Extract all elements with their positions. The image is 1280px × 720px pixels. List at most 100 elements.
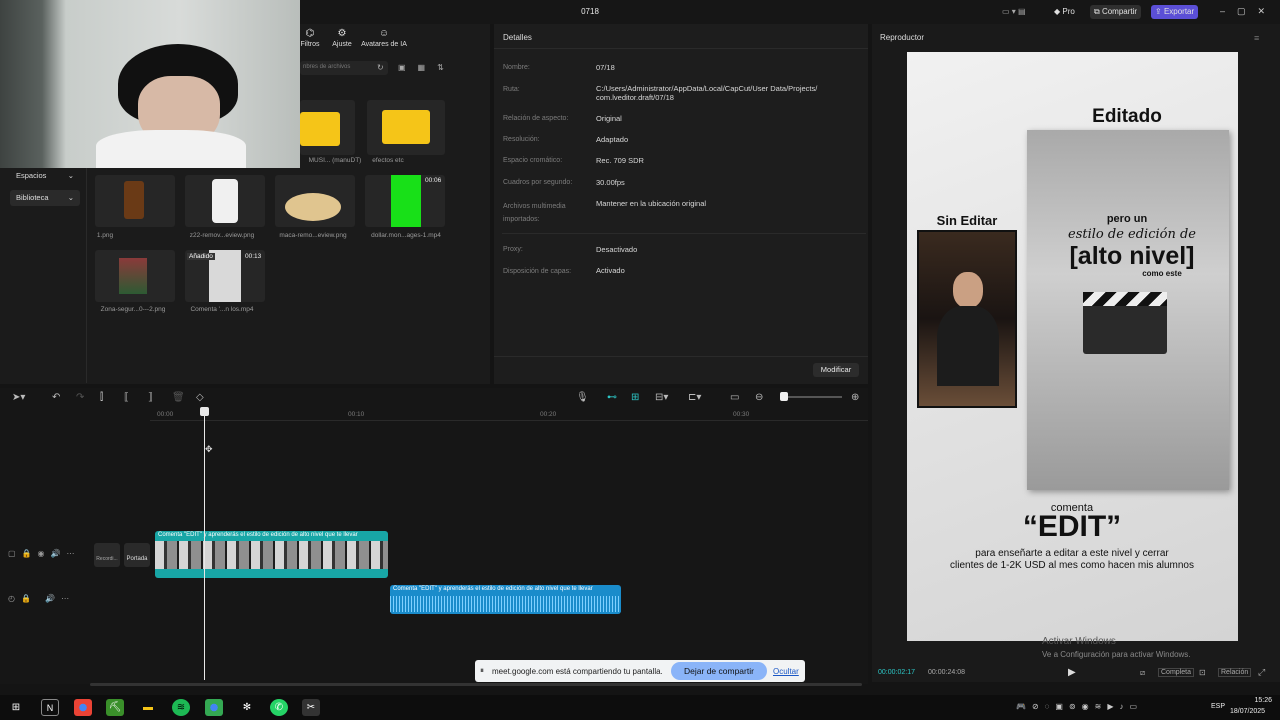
- playhead-handle[interactable]: [200, 407, 209, 416]
- green-thumbnail: [391, 175, 421, 227]
- spotify-icon[interactable]: ≋: [172, 699, 190, 716]
- language-indicator[interactable]: ESP: [1211, 703, 1225, 710]
- modify-button[interactable]: Modificar: [813, 363, 859, 377]
- marker-icon[interactable]: ◇: [196, 392, 204, 403]
- detail-value: Desactivado: [596, 245, 638, 254]
- view-options-icons[interactable]: ▣▦⇅: [398, 63, 456, 72]
- share-label: Compartir: [1101, 7, 1138, 16]
- link-icon[interactable]: ⊞: [631, 392, 639, 403]
- layout-icon[interactable]: ▭ ▾ ▤: [998, 5, 1030, 19]
- windows-start-icon[interactable]: ⊞: [7, 699, 25, 716]
- video-clip[interactable]: Comenta "EDIT" y aprenderás el estilo de…: [155, 531, 388, 578]
- undo-icon[interactable]: ↶: [52, 392, 60, 403]
- tray-icons[interactable]: 🎮⊘◌▣⊚◉≋▶♪▭: [1016, 702, 1143, 711]
- pro-label: Pro: [1062, 7, 1075, 16]
- ruler-tick: 00:30: [733, 411, 750, 418]
- filters-icon: ⌬: [305, 28, 315, 39]
- added-badge: Añadido: [187, 253, 215, 260]
- clock-time[interactable]: 15:26: [1242, 697, 1272, 704]
- export-button[interactable]: ⇪ Exportar: [1151, 5, 1199, 19]
- refresh-icon[interactable]: ↻: [377, 63, 384, 72]
- record-thumb[interactable]: Recordi...: [94, 543, 120, 567]
- adjust-tab[interactable]: ⚙ Ajuste: [328, 28, 356, 48]
- pro-badge[interactable]: ◆ Pro: [1050, 5, 1079, 19]
- divider: [494, 356, 868, 357]
- search-input[interactable]: nbres de archivos: [300, 61, 388, 75]
- bottle-thumbnail: [124, 181, 144, 219]
- snap-icon[interactable]: ⊏▾: [688, 392, 701, 403]
- sliders-icon: ⚙: [337, 28, 347, 39]
- preview-axis-icon[interactable]: ⊟▾: [655, 392, 668, 403]
- detail-value: Original: [596, 114, 622, 123]
- screen-icon[interactable]: ▭: [730, 392, 739, 403]
- complete-button[interactable]: Completa: [1158, 668, 1194, 677]
- magnet-icon[interactable]: ⊷: [607, 392, 617, 403]
- detail-value: 07/18: [596, 63, 615, 72]
- detail-label: Resolución:: [503, 136, 540, 143]
- detail-value: Mantener en la ubicación original: [596, 199, 707, 208]
- audio-track-controls[interactable]: ◴🔒 🔊⋯: [8, 594, 75, 603]
- timeline-scrollbar[interactable]: [90, 683, 862, 686]
- detail-value: Activado: [596, 266, 625, 275]
- detail-label: Relación de aspecto:: [503, 115, 569, 122]
- capcut-icon[interactable]: ✂: [302, 699, 320, 716]
- share-message: meet.google.com está compartiendo tu pan…: [492, 667, 663, 676]
- folder-label: efectos etc: [372, 157, 404, 164]
- stop-sharing-button[interactable]: Dejar de compartir: [671, 662, 767, 680]
- delete-icon[interactable]: 🗑: [172, 392, 185, 403]
- notion-icon[interactable]: N: [41, 699, 59, 716]
- fit-icon[interactable]: ⊡: [1199, 668, 1206, 677]
- split-icon[interactable]: ⫿: [100, 392, 103, 403]
- file-explorer-icon[interactable]: ▬: [139, 699, 157, 716]
- hide-link[interactable]: Ocultar: [773, 667, 799, 676]
- redo-icon[interactable]: ↷: [76, 392, 84, 403]
- zoom-slider-handle[interactable]: [780, 392, 788, 401]
- window-controls[interactable]: –▢✕: [1220, 6, 1277, 17]
- trim-right-icon[interactable]: ⟧: [148, 392, 153, 403]
- duration-badge: 00:06: [425, 177, 442, 184]
- clock-date[interactable]: 18/07/2025: [1230, 708, 1265, 715]
- select-tool-icon[interactable]: ➤▾: [12, 392, 25, 403]
- preview-pero-un: pero un: [1106, 213, 1148, 225]
- pause-icon: ⏸: [480, 666, 484, 675]
- fullscreen-icon[interactable]: ⤢: [1258, 667, 1265, 678]
- crop-icon[interactable]: ⧄: [1140, 668, 1145, 678]
- filters-label: Filtros: [300, 41, 320, 48]
- openai-icon[interactable]: ✻: [238, 699, 256, 716]
- chrome-icon[interactable]: [74, 699, 92, 716]
- ratio-button[interactable]: Relación: [1218, 668, 1252, 677]
- share-button[interactable]: ⧉ Compartir: [1090, 5, 1142, 19]
- cover-button[interactable]: Portada: [124, 543, 150, 567]
- whatsapp-icon[interactable]: ✆: [270, 699, 288, 716]
- microphone-icon[interactable]: 🎙: [576, 392, 589, 403]
- preview-edit: “EDIT”: [1022, 510, 1122, 543]
- media-card[interactable]: [95, 175, 175, 227]
- menu-icon[interactable]: ≡: [1254, 33, 1259, 43]
- overlay-thumbnail: [119, 258, 147, 294]
- filters-tab[interactable]: ⌬ Filtros: [300, 28, 320, 48]
- media-card[interactable]: [95, 250, 175, 302]
- activate-windows-title: Activar Windows: [1042, 636, 1116, 647]
- sidebar-item-spaces[interactable]: Espacios ⌄: [10, 168, 80, 184]
- activate-windows-subtitle: Ve a Configuración para activar Windows.: [1042, 650, 1191, 659]
- media-label: maca-remo...eview.png: [279, 232, 347, 239]
- timeline-panel: [0, 388, 868, 684]
- play-button[interactable]: ▶: [1068, 667, 1076, 678]
- zoom-in-icon[interactable]: ⊕: [851, 392, 859, 403]
- media-card[interactable]: [275, 175, 355, 227]
- trim-left-icon[interactable]: ⟦: [124, 392, 129, 403]
- sidebar-item-library[interactable]: Biblioteca ⌄: [10, 190, 80, 206]
- detail-value: 30.00fps: [596, 178, 625, 187]
- minecraft-icon[interactable]: ⛏: [106, 699, 124, 716]
- video-track-controls[interactable]: ▢🔒◉🔊⋯: [8, 549, 80, 558]
- audio-clip[interactable]: Comenta "EDIT" y aprenderás el estilo de…: [390, 585, 621, 614]
- divider: [494, 48, 868, 49]
- ai-avatars-label: Avatares de IA: [361, 41, 407, 48]
- adjust-label: Ajuste: [332, 41, 352, 48]
- ai-avatars-tab[interactable]: ☺ Avatares de IA: [360, 28, 408, 48]
- chrome-profile-icon[interactable]: [205, 699, 223, 716]
- zoom-slider[interactable]: [782, 396, 842, 398]
- media-card[interactable]: [185, 175, 265, 227]
- zoom-out-icon[interactable]: ⊖: [755, 392, 763, 403]
- ruler-line: [150, 420, 868, 421]
